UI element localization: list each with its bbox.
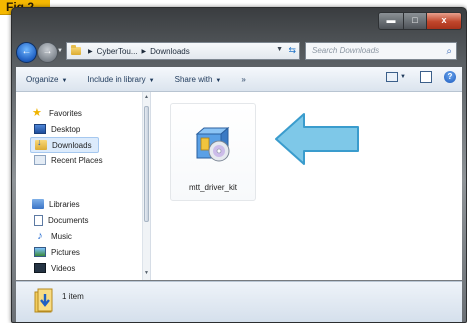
nav-item-recent-places[interactable]: Recent Places bbox=[34, 153, 103, 167]
documents-icon bbox=[34, 214, 43, 226]
downloads-folder-icon bbox=[34, 288, 53, 313]
change-view-icon[interactable] bbox=[386, 72, 399, 82]
nav-item-label: Documents bbox=[48, 215, 89, 225]
search-input[interactable]: Search Downloads ⌕ bbox=[305, 42, 457, 60]
share-with-button[interactable]: Share with ▼ bbox=[165, 75, 232, 84]
breadcrumb-separator-icon[interactable]: ▶ bbox=[142, 48, 147, 55]
back-arrow-icon: ← bbox=[21, 46, 32, 57]
nav-favorites[interactable]: ★ Favorites bbox=[32, 106, 82, 120]
item-count: 1 item bbox=[62, 292, 84, 301]
nav-item-downloads[interactable]: Downloads bbox=[30, 137, 99, 153]
libraries-icon bbox=[32, 199, 44, 209]
preview-pane-icon[interactable] bbox=[420, 71, 432, 83]
chevron-down-icon: ▼ bbox=[148, 77, 155, 84]
nav-item-label: Recent Places bbox=[51, 155, 103, 165]
recent-places-icon bbox=[34, 155, 46, 165]
title-bar[interactable]: ▬ □ x bbox=[12, 8, 466, 36]
explorer-window: ▬ □ x ← → ▼ ▶ CyberTou... ▶ Downloads ▼ … bbox=[11, 7, 467, 323]
help-icon[interactable]: ? bbox=[444, 71, 456, 83]
pictures-icon bbox=[34, 247, 46, 257]
search-icon[interactable]: ⌕ bbox=[446, 44, 452, 60]
back-button[interactable]: ← bbox=[16, 42, 37, 63]
nav-item-videos[interactable]: Videos bbox=[34, 261, 75, 275]
address-bar[interactable]: ▶ CyberTou... ▶ Downloads ▼ ⇆ bbox=[66, 42, 300, 60]
desktop-icon bbox=[34, 124, 46, 134]
organize-label: Organize bbox=[26, 74, 59, 84]
recent-pages-dropdown[interactable]: ▼ bbox=[57, 48, 63, 54]
nav-item-label: Pictures bbox=[51, 247, 80, 257]
scroll-up-icon[interactable]: ▲ bbox=[143, 94, 150, 100]
maximize-button[interactable]: □ bbox=[404, 12, 427, 30]
file-item[interactable]: mtt_driver_kit bbox=[170, 103, 256, 201]
star-icon: ★ bbox=[32, 107, 42, 119]
file-name: mtt_driver_kit bbox=[188, 183, 237, 192]
view-dropdown-icon[interactable]: ▼ bbox=[400, 74, 406, 80]
share-with-label: Share with bbox=[174, 74, 213, 84]
toolbar-right: ▼ ? bbox=[376, 71, 456, 83]
nav-scrollbar[interactable]: ▲ ▼ bbox=[142, 92, 150, 280]
command-bar: Organize ▼ Include in library ▼ Share with… bbox=[16, 67, 462, 92]
minimize-button[interactable]: ▬ bbox=[378, 12, 404, 30]
breadcrumb-item-user[interactable]: CyberTou... bbox=[97, 47, 138, 56]
address-row: ← → ▼ ▶ CyberTou... ▶ Downloads ▼ ⇆ Sear… bbox=[16, 41, 462, 63]
forward-button[interactable]: → bbox=[37, 42, 58, 63]
videos-icon bbox=[34, 263, 46, 273]
nav-item-label: Videos bbox=[51, 263, 76, 273]
status-bar: 1 item bbox=[16, 281, 462, 322]
window-controls: ▬ □ x bbox=[378, 12, 462, 30]
breadcrumb-item-downloads[interactable]: Downloads bbox=[150, 47, 190, 56]
annotation-arrow-icon bbox=[275, 113, 359, 165]
chevron-down-icon: ▼ bbox=[61, 77, 68, 84]
scroll-down-icon[interactable]: ▼ bbox=[143, 270, 150, 276]
nav-item-label: Music bbox=[51, 231, 72, 241]
nav-libraries[interactable]: Libraries bbox=[32, 197, 80, 211]
more-commands-button[interactable]: » bbox=[231, 75, 255, 84]
include-in-library-button[interactable]: Include in library ▼ bbox=[77, 75, 164, 84]
nav-item-label: Desktop bbox=[51, 124, 81, 134]
downloads-icon bbox=[35, 137, 47, 150]
nav-favorites-label: Favorites bbox=[49, 108, 82, 118]
address-dropdown-icon[interactable]: ▼ bbox=[276, 46, 283, 53]
organize-button[interactable]: Organize ▼ bbox=[16, 75, 77, 84]
scrollbar-thumb[interactable] bbox=[144, 106, 149, 222]
search-placeholder: Search Downloads bbox=[312, 46, 380, 55]
nav-item-label: Downloads bbox=[52, 140, 92, 150]
music-icon: ♪ bbox=[37, 230, 43, 242]
nav-item-desktop[interactable]: Desktop bbox=[34, 122, 80, 136]
include-in-library-label: Include in library bbox=[87, 74, 146, 84]
file-list: mtt_driver_kit bbox=[151, 92, 462, 280]
refresh-icon[interactable]: ⇆ bbox=[288, 45, 296, 56]
chevron-down-icon: ▼ bbox=[215, 77, 222, 84]
breadcrumb-separator-icon[interactable]: ▶ bbox=[88, 48, 93, 55]
nav-item-documents[interactable]: Documents bbox=[34, 213, 88, 227]
navigation-pane: ★ Favorites Desktop Downloads Recent Pla… bbox=[16, 92, 151, 280]
nav-item-music[interactable]: ♪ Music bbox=[34, 229, 72, 243]
nav-libraries-label: Libraries bbox=[49, 199, 80, 209]
folder-icon bbox=[71, 45, 81, 55]
nav-item-pictures[interactable]: Pictures bbox=[34, 245, 80, 259]
close-button[interactable]: x bbox=[427, 12, 462, 30]
chevron-down-icon: ▼ bbox=[57, 48, 63, 54]
forward-arrow-icon: → bbox=[42, 46, 53, 57]
installer-package-icon bbox=[195, 126, 230, 162]
